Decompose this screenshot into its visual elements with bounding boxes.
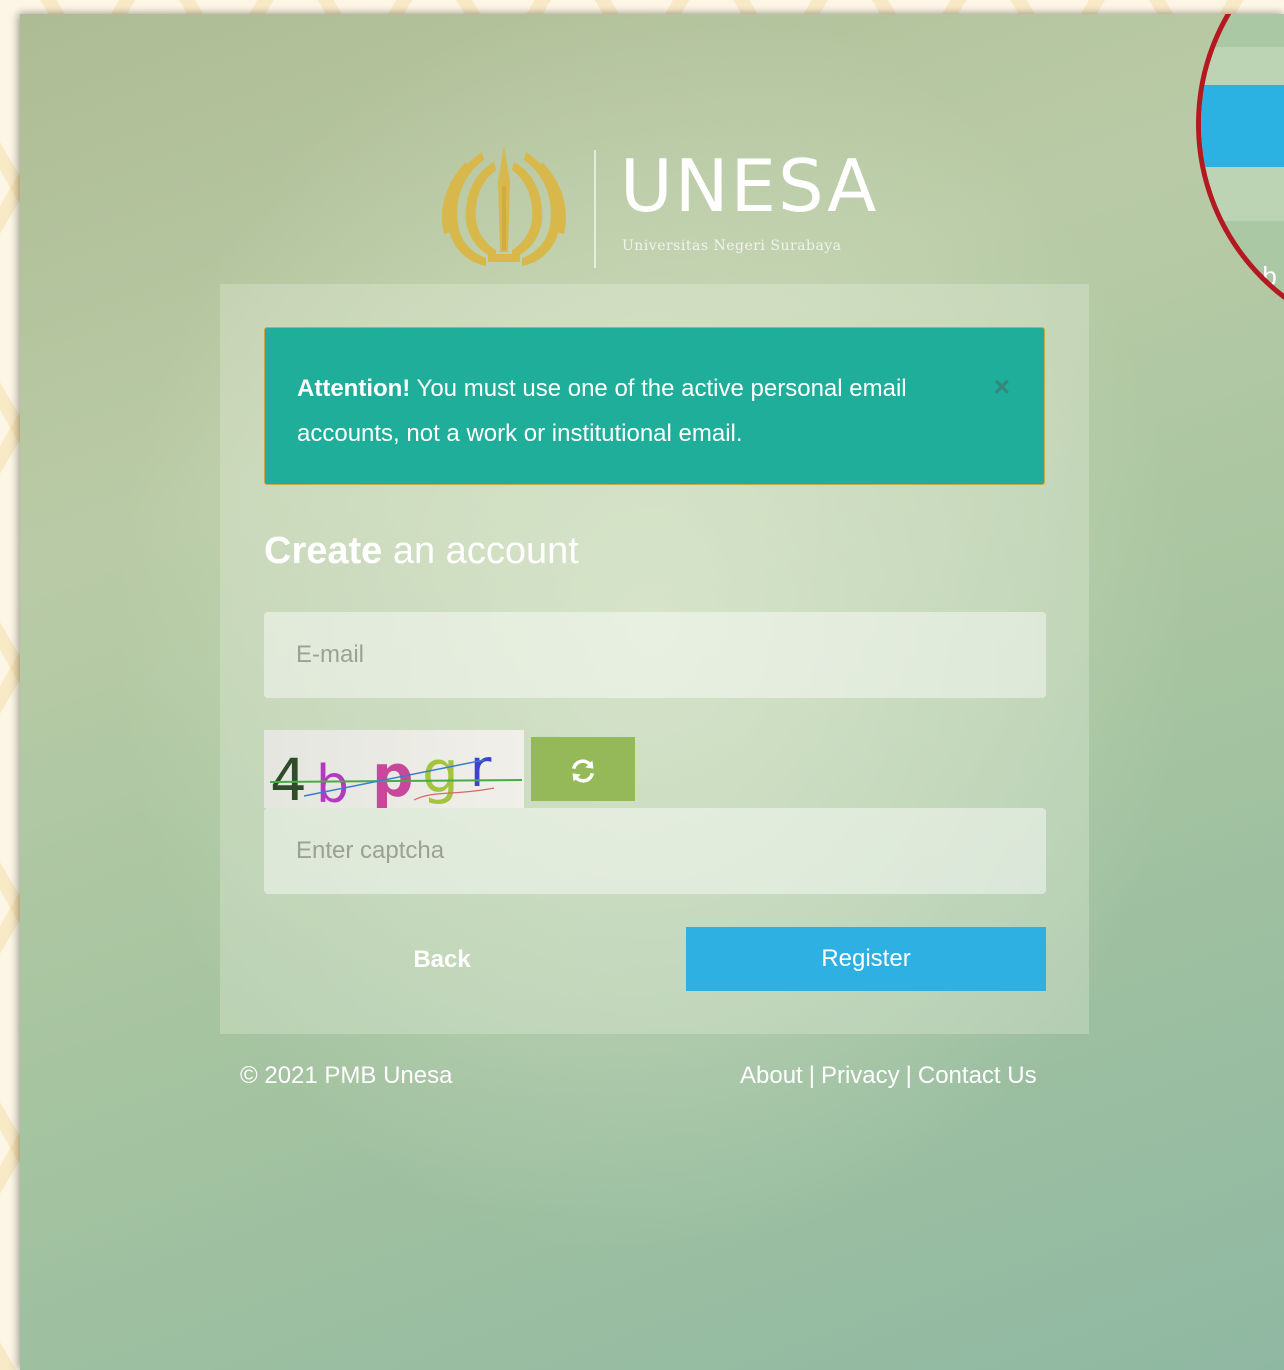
footer-link-about[interactable]: About xyxy=(740,1062,803,1089)
page-title: Create an account xyxy=(264,530,579,573)
brand-title: UNESA xyxy=(620,144,879,228)
footer-link-privacy[interactable]: Privacy xyxy=(821,1062,900,1089)
footer-copyright: © 2021 PMB Unesa xyxy=(240,1062,453,1089)
captcha-char: 4 xyxy=(270,746,307,808)
unesa-logo: UNESA Universitas Negeri Surabaya xyxy=(436,142,876,282)
email-input[interactable] xyxy=(264,612,1046,698)
captcha-input[interactable] xyxy=(264,808,1046,894)
zoom-callout-row xyxy=(1201,47,1284,85)
captcha-chars: 4 b p g r xyxy=(270,738,492,808)
back-button[interactable]: Back xyxy=(264,928,620,992)
attention-alert: Attention! You must use one of the activ… xyxy=(264,327,1045,485)
unesa-emblem-icon xyxy=(442,146,566,266)
register-button[interactable]: Register xyxy=(686,927,1046,991)
zoom-callout-text: Ab xyxy=(1245,261,1277,291)
captcha-graphic: 4 b p g r xyxy=(264,730,524,808)
footer-links: About | Privacy | Contact Us xyxy=(740,1062,1037,1090)
footer-link-contact[interactable]: Contact Us xyxy=(918,1062,1037,1089)
register-card: Attention! You must use one of the activ… xyxy=(220,284,1089,1034)
page-title-strong: Create xyxy=(264,530,383,572)
footer-separator: | xyxy=(905,1062,912,1089)
zoom-callout: Ab xyxy=(1196,14,1284,344)
close-icon[interactable]: × xyxy=(994,364,1010,409)
footer-separator: | xyxy=(808,1062,815,1089)
alert-strong-text: Attention! xyxy=(297,375,411,402)
refresh-icon xyxy=(571,759,595,783)
zoom-callout-row xyxy=(1201,167,1284,221)
browser-viewport: UNESA Universitas Negeri Surabaya Attent… xyxy=(20,14,1284,1370)
brand-subtitle: Universitas Negeri Surabaya xyxy=(622,238,842,254)
captcha-refresh-button[interactable] xyxy=(531,737,635,801)
page-title-rest: an account xyxy=(382,530,579,572)
logo-divider xyxy=(594,150,596,268)
captcha-image: 4 b p g r xyxy=(264,730,524,808)
zoom-callout-button xyxy=(1201,85,1284,167)
